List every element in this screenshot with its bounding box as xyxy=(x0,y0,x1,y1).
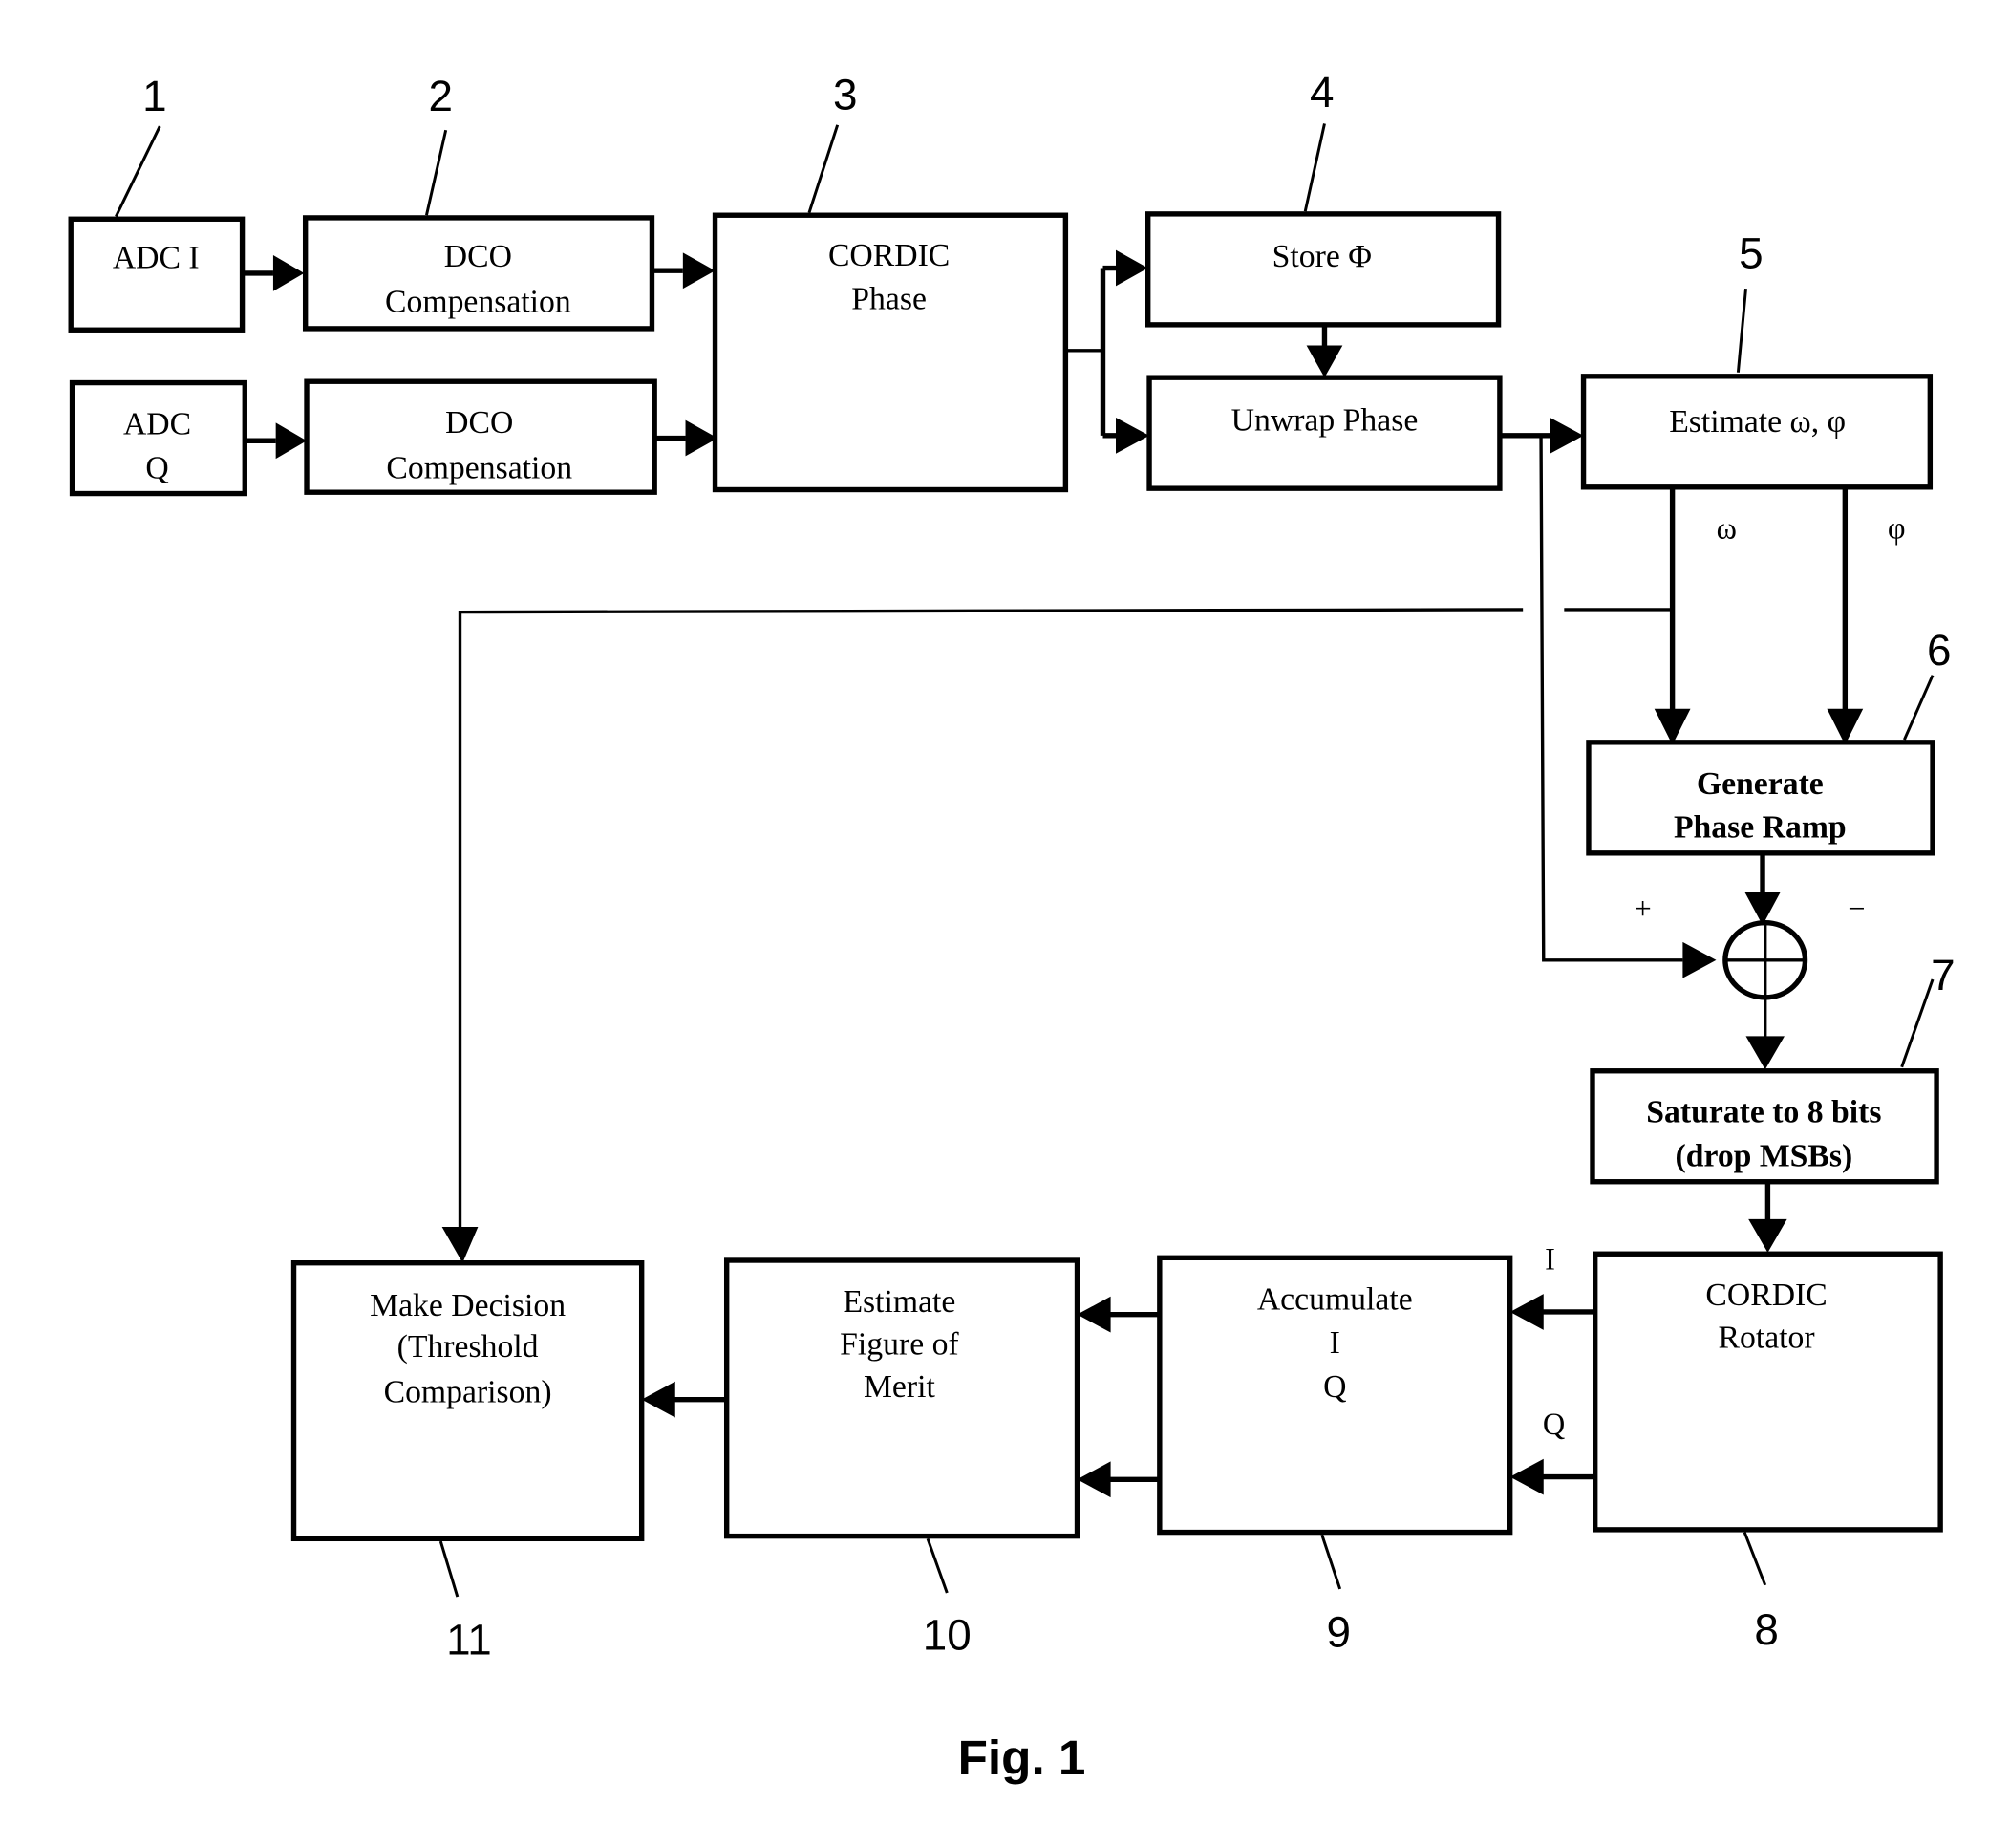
arrowhead xyxy=(1550,417,1584,454)
arrowhead xyxy=(682,252,716,290)
block-label: Saturate to 8 bits xyxy=(1646,1095,1881,1130)
block-generate-phase-ramp: Generate Phase Ramp xyxy=(1586,740,1935,856)
ref-numeral: 4 xyxy=(1310,67,1334,117)
block-cordic-rotator: CORDIC Rotator xyxy=(1592,1251,1943,1533)
block-label: Store Φ xyxy=(1272,239,1372,274)
signal-omega-label: ω xyxy=(1717,511,1737,546)
block-dco-compensation-2: DCO Compensation xyxy=(304,378,657,495)
block-label: Estimate ω, φ xyxy=(1669,404,1846,440)
arrowhead xyxy=(272,255,305,291)
block-label: Phase Ramp xyxy=(1674,810,1847,846)
ref-numeral: 11 xyxy=(446,1615,492,1665)
block-label: Merit xyxy=(864,1369,936,1405)
block-adc-i: ADC I xyxy=(68,216,246,333)
wire-unwrap-to-summer xyxy=(1539,435,1683,962)
arrowhead xyxy=(1077,1296,1111,1333)
block-saturate: Saturate to 8 bits (drop MSBs) xyxy=(1590,1068,1939,1185)
signal-phi-label: φ xyxy=(1888,511,1906,546)
summer-minus-label: − xyxy=(1848,892,1865,926)
block-diagram: ADC I ADC Q DCO Compensation DCO Compens… xyxy=(68,67,1956,1785)
arrowhead xyxy=(1306,345,1343,378)
block-store-phi: Store Φ xyxy=(1145,211,1502,328)
signal-i-label: I xyxy=(1545,1241,1555,1276)
block-label: ADC xyxy=(123,407,191,442)
wire-to-decision xyxy=(458,608,1524,1231)
figure-caption: Fig. 1 xyxy=(958,1730,1086,1785)
block-label: Unwrap Phase xyxy=(1231,402,1419,438)
arrowhead xyxy=(1509,1458,1544,1495)
ref-numeral: 9 xyxy=(1327,1607,1352,1657)
block-label: CORDIC xyxy=(828,238,950,273)
arrowhead xyxy=(1077,1461,1111,1498)
ref-numeral: 6 xyxy=(1927,625,1952,675)
ref-numeral: 2 xyxy=(429,71,454,120)
arrowhead xyxy=(1115,249,1148,287)
ref-numeral: 1 xyxy=(142,71,166,120)
block-dco-compensation-1: DCO Compensation xyxy=(302,215,655,332)
block-label: Generate xyxy=(1697,766,1824,802)
block-label: Rotator xyxy=(1719,1321,1815,1356)
arrowhead xyxy=(275,422,308,460)
arrowhead xyxy=(1748,1218,1787,1253)
summer-plus-label: + xyxy=(1634,892,1651,926)
block-make-decision: Make Decision (Threshold Comparison) xyxy=(290,1260,645,1542)
block-unwrap-phase: Unwrap Phase xyxy=(1146,375,1503,491)
block-label: Q xyxy=(145,450,168,485)
signal-q-label: Q xyxy=(1543,1407,1565,1441)
ref-numeral: 7 xyxy=(1931,950,1956,999)
block-estimate-omega-phi: Estimate ω, φ xyxy=(1580,374,1934,490)
block-label: (Threshold xyxy=(397,1329,539,1365)
block-label: ADC I xyxy=(113,241,200,276)
block-label: Q xyxy=(1323,1369,1346,1405)
arrowhead xyxy=(1509,1294,1544,1330)
block-label: Comparison) xyxy=(384,1374,552,1409)
arrowhead xyxy=(1682,941,1717,978)
block-label: DCO xyxy=(445,405,513,441)
block-estimate-figure-of-merit: Estimate Figure of Merit xyxy=(723,1257,1080,1539)
arrowhead xyxy=(1654,708,1691,745)
block-label: Estimate xyxy=(843,1284,955,1320)
block-label: Accumulate xyxy=(1257,1281,1413,1317)
block-cordic-phase: CORDIC Phase xyxy=(712,212,1069,493)
block-label: (drop MSBs) xyxy=(1676,1139,1853,1174)
ref-numeral: 5 xyxy=(1739,228,1764,278)
block-label: DCO xyxy=(444,239,512,274)
block-label: Figure of xyxy=(840,1326,959,1362)
block-label: Compensation xyxy=(386,450,572,485)
arrowhead xyxy=(441,1226,479,1263)
block-label: Phase xyxy=(851,282,927,317)
arrowhead xyxy=(641,1381,675,1418)
arrowhead xyxy=(1827,708,1864,745)
ref-numeral: 8 xyxy=(1754,1604,1779,1654)
block-adc-q: ADC Q xyxy=(69,379,247,497)
block-label: Make Decision xyxy=(370,1288,566,1323)
arrowhead xyxy=(1115,417,1150,454)
ref-numeral: 10 xyxy=(923,1609,972,1659)
arrowhead xyxy=(1745,1036,1785,1070)
block-label: Compensation xyxy=(385,284,571,319)
block-accumulate-iq: Accumulate I Q xyxy=(1157,1255,1513,1536)
block-label: CORDIC xyxy=(1705,1278,1827,1313)
ref-numeral: 3 xyxy=(833,70,858,119)
block-label: I xyxy=(1330,1325,1340,1361)
